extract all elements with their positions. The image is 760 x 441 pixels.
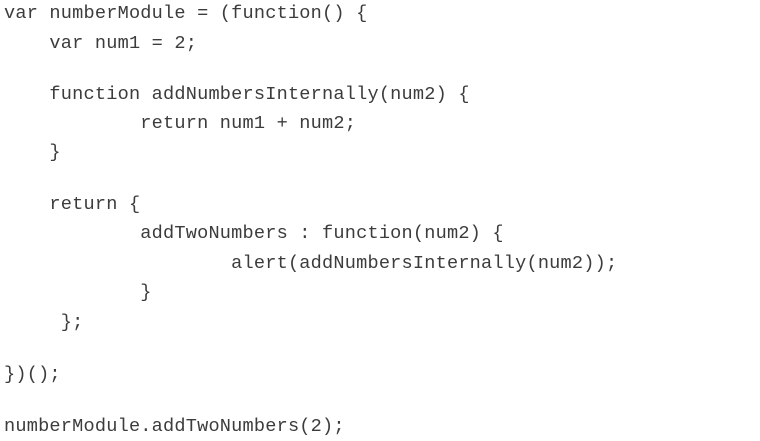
code-line-2: var num1 = 2; xyxy=(4,33,198,54)
code-line-12: numberModule.addTwoNumbers(2); xyxy=(4,416,345,437)
code-line-1: var numberModule = (function() { xyxy=(4,3,368,24)
code-line-3: function addNumbersInternally(num2) { xyxy=(4,84,470,105)
code-line-9: } xyxy=(4,282,152,303)
code-line-7: addTwoNumbers : function(num2) { xyxy=(4,223,504,244)
code-line-4: return num1 + num2; xyxy=(4,113,357,134)
code-line-5: } xyxy=(4,142,61,163)
code-line-8: alert(addNumbersInternally(num2)); xyxy=(4,253,618,274)
code-line-10: }; xyxy=(4,312,84,333)
code-line-11: })(); xyxy=(4,364,61,385)
code-line-6: return { xyxy=(4,194,141,215)
code-view: var numberModule = (function() { var num… xyxy=(0,0,760,441)
